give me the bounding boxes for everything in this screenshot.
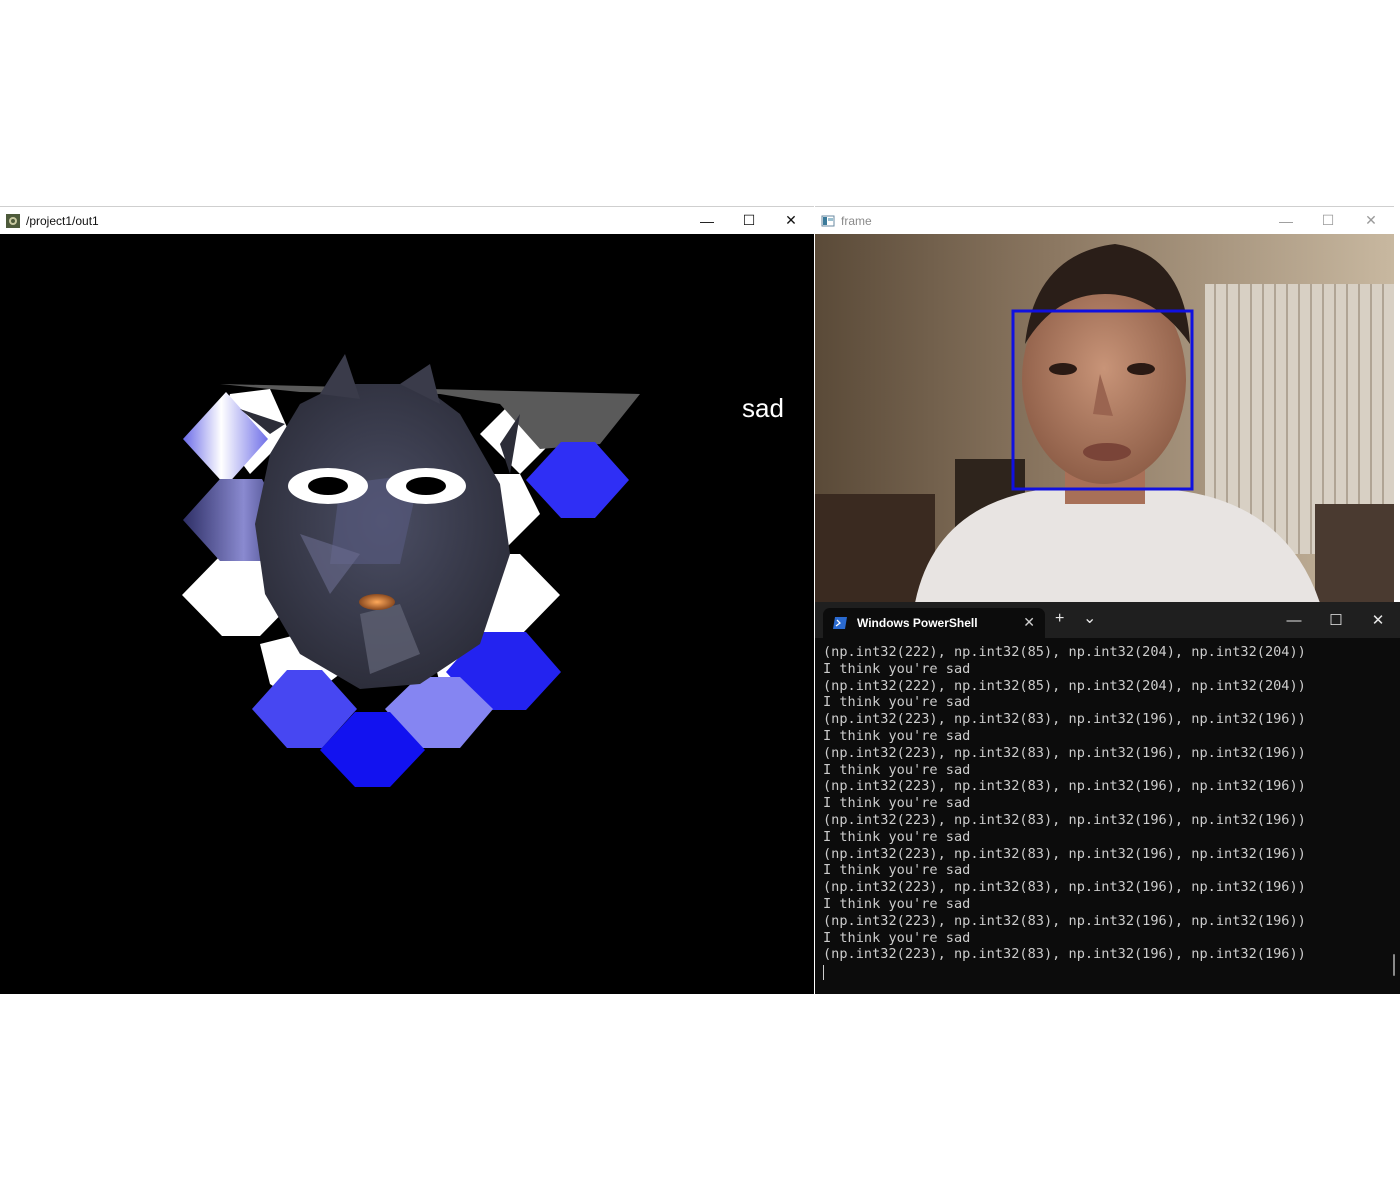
close-button[interactable]: ✕: [1358, 608, 1398, 632]
emotion-label: sad: [742, 393, 784, 423]
new-tab-button[interactable]: +: [1055, 610, 1064, 628]
terminal-line: I think you're sad: [823, 660, 971, 677]
terminal-line: (np.int32(223), np.int32(83), np.int32(1…: [823, 811, 1306, 828]
render-window-titlebar[interactable]: /project1/out1 — ☐ ✕: [0, 207, 814, 234]
tab-title: Windows PowerShell: [857, 616, 978, 630]
minimize-button[interactable]: —: [1274, 608, 1314, 632]
terminal-line: I think you're sad: [823, 828, 971, 845]
close-button[interactable]: ✕: [770, 207, 812, 234]
terminal-line: (np.int32(223), np.int32(83), np.int32(1…: [823, 845, 1306, 862]
mouth: [359, 594, 395, 610]
terminal-scrollbar[interactable]: [1393, 954, 1395, 976]
app-icon: [821, 215, 835, 226]
close-button[interactable]: ✕: [1350, 207, 1392, 234]
powershell-window[interactable]: Windows PowerShell ✕ + ⌄ — ☐ ✕ (np.int32…: [815, 602, 1400, 994]
maximize-button[interactable]: ☐: [728, 207, 770, 234]
maximize-button[interactable]: ☐: [1316, 608, 1356, 632]
terminal-line: I think you're sad: [823, 761, 971, 778]
terminal-line: I think you're sad: [823, 895, 971, 912]
terminal-tabbar[interactable]: Windows PowerShell ✕ + ⌄ — ☐ ✕: [815, 602, 1400, 638]
minimize-button[interactable]: —: [1265, 207, 1307, 234]
maximize-button[interactable]: ☐: [1307, 207, 1349, 234]
minimize-button[interactable]: —: [686, 207, 728, 234]
tab-windows-powershell[interactable]: Windows PowerShell ✕: [823, 608, 1045, 638]
camera-window[interactable]: frame — ☐ ✕: [815, 206, 1394, 602]
window-title: frame: [841, 213, 872, 228]
terminal-cursor: [823, 965, 824, 981]
camera-window-titlebar[interactable]: frame — ☐ ✕: [815, 207, 1394, 234]
terminal-line: I think you're sad: [823, 694, 971, 711]
tab-close-icon[interactable]: ✕: [1023, 614, 1035, 631]
terminal-line: I think you're sad: [823, 929, 971, 946]
avatar-render-canvas: [0, 234, 814, 994]
terminal-line: I think you're sad: [823, 727, 971, 744]
terminal-line: I think you're sad: [823, 862, 971, 879]
terminal-output[interactable]: (np.int32(222), np.int32(85), np.int32(2…: [823, 644, 1386, 981]
render-window[interactable]: /project1/out1 — ☐ ✕ sad: [0, 206, 814, 994]
terminal-line: (np.int32(222), np.int32(85), np.int32(2…: [823, 677, 1306, 694]
window-title: /project1/out1: [26, 213, 99, 228]
terminal-line: (np.int32(223), np.int32(83), np.int32(1…: [823, 778, 1306, 795]
terminal-line: (np.int32(223), np.int32(83), np.int32(1…: [823, 946, 1306, 963]
terminal-line: I think you're sad: [823, 795, 971, 812]
terminal-line: (np.int32(222), np.int32(85), np.int32(2…: [823, 644, 1306, 660]
app-icon: [6, 213, 20, 228]
webcam-frame: [815, 234, 1394, 602]
terminal-line: (np.int32(223), np.int32(83), np.int32(1…: [823, 912, 1306, 929]
tab-dropdown-button[interactable]: ⌄: [1083, 608, 1096, 628]
terminal-line: (np.int32(223), np.int32(83), np.int32(1…: [823, 879, 1306, 896]
terminal-line: (np.int32(223), np.int32(83), np.int32(1…: [823, 744, 1306, 761]
powershell-icon: [833, 617, 847, 629]
terminal-line: (np.int32(223), np.int32(83), np.int32(1…: [823, 711, 1306, 728]
